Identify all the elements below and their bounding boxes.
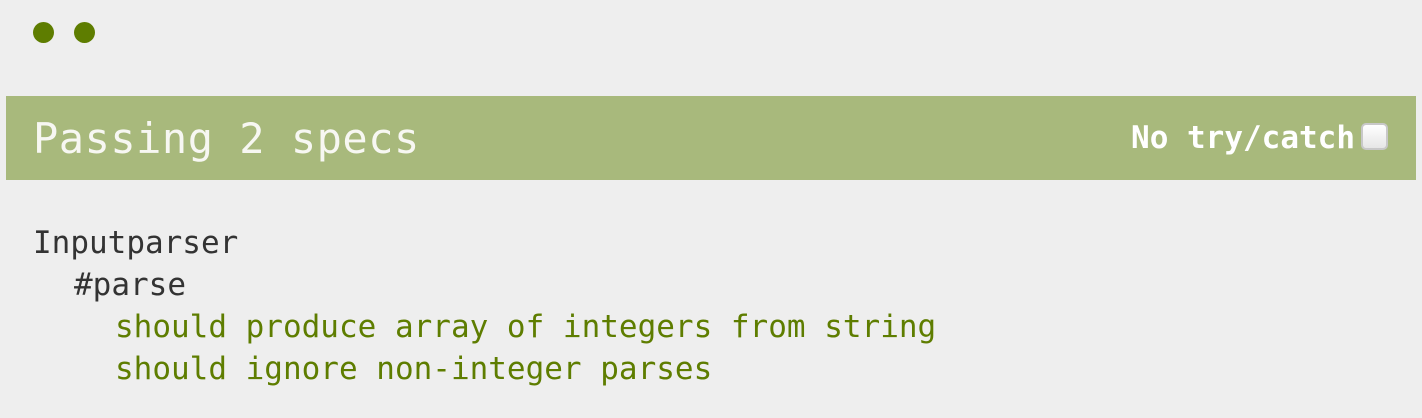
passing-specs-summary: Passing 2 specs bbox=[33, 113, 420, 163]
spec-item[interactable]: should ignore non-integer parses bbox=[33, 348, 936, 390]
spec-item[interactable]: should produce array of integers from st… bbox=[33, 306, 936, 348]
no-try-catch-checkbox[interactable] bbox=[1361, 122, 1388, 150]
no-try-catch-label[interactable]: No try/catch bbox=[1131, 120, 1355, 156]
passed-spec-dot[interactable] bbox=[33, 22, 54, 43]
no-try-catch-toggle[interactable]: No try/catch bbox=[1131, 120, 1388, 156]
passed-spec-dot[interactable] bbox=[74, 22, 95, 43]
suite-description[interactable]: Inputparser bbox=[33, 222, 936, 264]
spec-results: Inputparser #parse should produce array … bbox=[33, 222, 936, 390]
alert-bar: Passing 2 specs No try/catch bbox=[6, 96, 1416, 180]
spec-status-dots bbox=[33, 22, 95, 44]
subsuite-description[interactable]: #parse bbox=[33, 264, 936, 306]
